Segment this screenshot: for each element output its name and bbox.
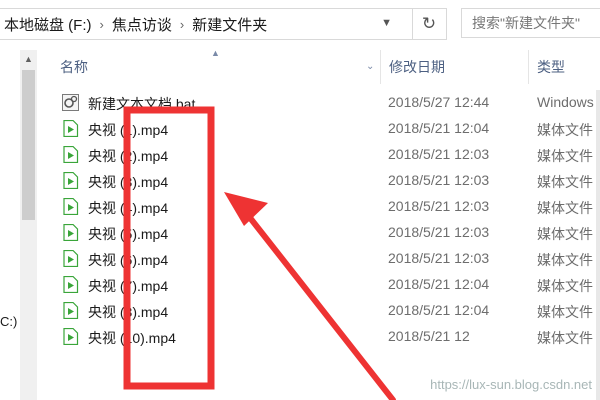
- breadcrumb[interactable]: 本地磁盘 (F:) › 焦点访谈 › 新建文件夹 ▼: [0, 8, 413, 40]
- column-name[interactable]: 名称: [40, 50, 380, 84]
- file-date: 2018/5/21 12:04: [388, 276, 490, 292]
- file-type: 媒体文件: [537, 174, 593, 190]
- chevron-down-icon[interactable]: ⌄: [366, 61, 374, 72]
- chevron-down-icon[interactable]: ▼: [381, 17, 392, 29]
- column-type[interactable]: 类型: [528, 50, 600, 84]
- scrollbar-thumb[interactable]: [22, 70, 35, 220]
- file-date: 2018/5/21 12:04: [388, 120, 490, 136]
- file-type: 媒体文件: [537, 200, 593, 216]
- file-type: 媒体文件: [537, 304, 593, 320]
- file-row[interactable]: 央视 (8).mp4 2018/5/21 12:04 媒体文件: [40, 298, 600, 324]
- refresh-icon: ↻: [421, 14, 437, 33]
- file-name: 央视 (2).mp4: [88, 148, 169, 164]
- breadcrumb-separator-icon[interactable]: ›: [96, 17, 108, 32]
- video-file-icon: [62, 223, 79, 242]
- file-date: 2018/5/21 12:04: [388, 302, 490, 318]
- file-name: 央视 (4).mp4: [88, 200, 169, 216]
- video-file-icon: [62, 327, 79, 346]
- file-type: Windows: [537, 94, 594, 110]
- file-row[interactable]: 央视 (2).mp4 2018/5/21 12:03 媒体文件: [40, 142, 600, 168]
- file-type: 媒体文件: [537, 226, 593, 242]
- file-name: 央视 (7).mp4: [88, 278, 169, 294]
- file-row[interactable]: 央视 (1).mp4 2018/5/21 12:04 媒体文件: [40, 116, 600, 142]
- video-file-icon: [62, 145, 79, 164]
- file-name: 央视 (10).mp4: [88, 330, 176, 346]
- file-name: 新建文本文档.bat: [88, 96, 196, 112]
- file-row[interactable]: 央视 (7).mp4 2018/5/21 12:04 媒体文件: [40, 272, 600, 298]
- file-row[interactable]: 央视 (6).mp4 2018/5/21 12:03 媒体文件: [40, 246, 600, 272]
- scroll-up-icon[interactable]: ▲: [24, 54, 33, 64]
- nav-scrollbar[interactable]: ▲: [20, 50, 37, 400]
- file-name: 央视 (8).mp4: [88, 304, 169, 320]
- file-row[interactable]: 央视 (3).mp4 2018/5/21 12:03 媒体文件: [40, 168, 600, 194]
- file-date: 2018/5/21 12:03: [388, 146, 490, 162]
- file-date: 2018/5/21 12:03: [388, 172, 490, 188]
- file-name: 央视 (3).mp4: [88, 174, 169, 190]
- video-file-icon: [62, 119, 79, 138]
- video-file-icon: [62, 249, 79, 268]
- file-type: 媒体文件: [537, 148, 593, 164]
- video-file-icon: [62, 301, 79, 320]
- video-file-icon: [62, 171, 79, 190]
- file-date: 2018/5/21 12:03: [388, 250, 490, 266]
- breadcrumb-drive[interactable]: 本地磁盘 (F:): [0, 14, 96, 35]
- navigation-pane: [0, 44, 20, 400]
- file-name: 央视 (6).mp4: [88, 252, 169, 268]
- file-type: 媒体文件: [537, 122, 593, 138]
- breadcrumb-folder-jiaodian[interactable]: 焦点访谈: [108, 14, 176, 35]
- file-date: 2018/5/21 12: [388, 328, 470, 344]
- file-list: 新建文本文档.bat 2018/5/27 12:44 Windows 央视 (1).m…: [40, 90, 600, 350]
- search-input[interactable]: 搜索"新建文件夹": [461, 8, 600, 38]
- file-type: 媒体文件: [537, 330, 593, 346]
- file-type: 媒体文件: [537, 252, 593, 268]
- bat-file-icon: [62, 94, 79, 111]
- file-row[interactable]: 央视 (5).mp4 2018/5/21 12:03 媒体文件: [40, 220, 600, 246]
- file-date: 2018/5/27 12:44: [388, 94, 490, 110]
- video-file-icon: [62, 197, 79, 216]
- file-type: 媒体文件: [537, 278, 593, 294]
- breadcrumb-separator-icon[interactable]: ›: [176, 17, 188, 32]
- nav-drive-label[interactable]: C:): [0, 314, 17, 329]
- file-date: 2018/5/21 12:03: [388, 224, 490, 240]
- list-scrollbar[interactable]: [596, 90, 600, 400]
- file-row[interactable]: 央视 (10).mp4 2018/5/21 12 媒体文件: [40, 324, 600, 350]
- file-row[interactable]: 央视 (4).mp4 2018/5/21 12:03 媒体文件: [40, 194, 600, 220]
- address-bar: 本地磁盘 (F:) › 焦点访谈 › 新建文件夹 ▼ ↻ 搜索"新建文件夹": [0, 0, 600, 44]
- video-file-icon: [62, 275, 79, 294]
- column-date[interactable]: 修改日期: [380, 50, 528, 84]
- refresh-button[interactable]: ↻: [412, 8, 447, 40]
- file-name: 央视 (1).mp4: [88, 122, 169, 138]
- file-row[interactable]: 新建文本文档.bat 2018/5/27 12:44 Windows: [40, 90, 600, 116]
- file-date: 2018/5/21 12:03: [388, 198, 490, 214]
- watermark: https://lux-sun.blog.csdn.net: [430, 377, 592, 392]
- column-header: ▲ 名称 ⌄ 修改日期 类型: [40, 48, 600, 84]
- breadcrumb-folder-current[interactable]: 新建文件夹: [188, 14, 271, 35]
- file-name: 央视 (5).mp4: [88, 226, 169, 242]
